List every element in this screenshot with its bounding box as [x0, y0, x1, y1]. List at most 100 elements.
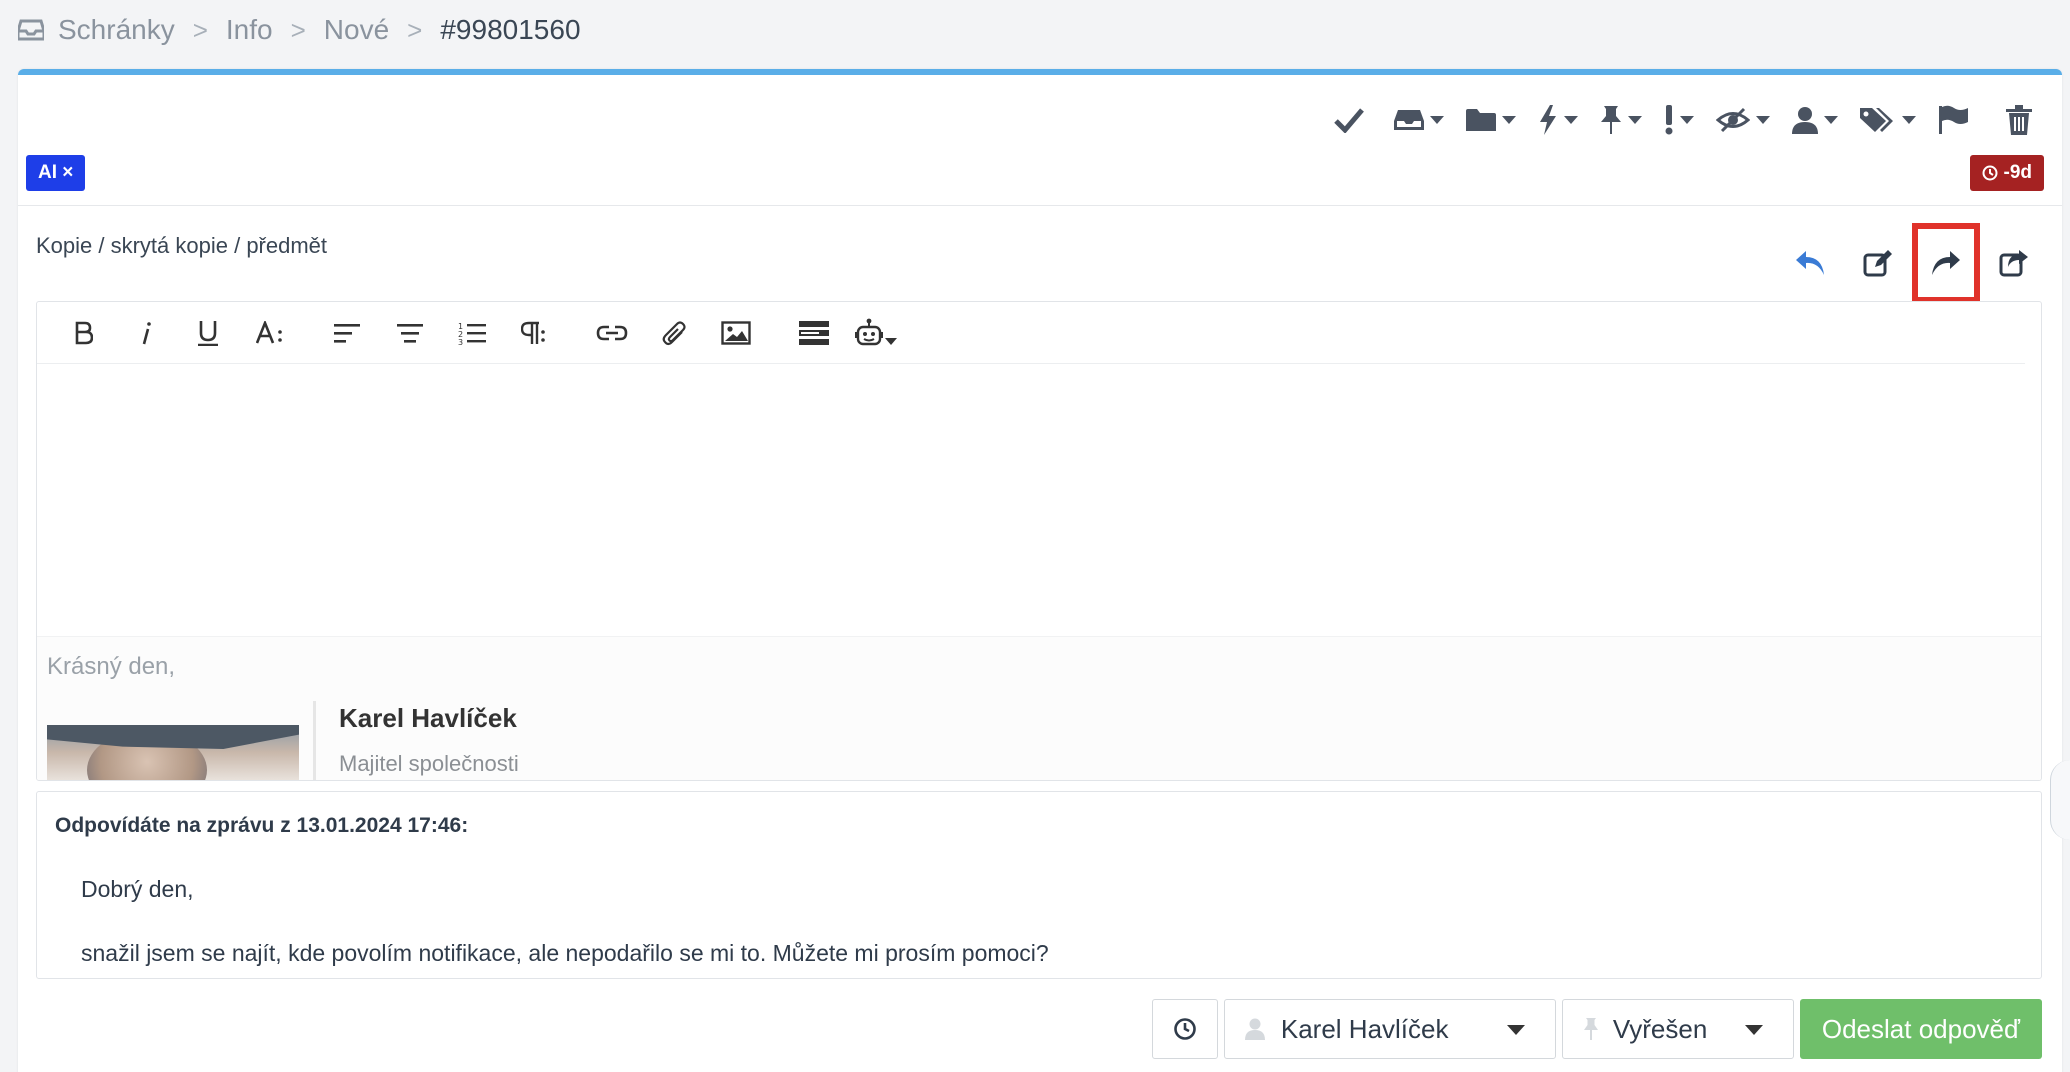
- chevron-down-icon: [1506, 1025, 1525, 1035]
- edit-button[interactable]: [1844, 223, 1912, 303]
- signature-divider: [313, 701, 316, 780]
- chevron-down-icon: [1756, 116, 1770, 124]
- image-icon: [721, 320, 751, 345]
- share-icon: [1999, 250, 2028, 277]
- italic-button[interactable]: [115, 310, 177, 356]
- pin-icon: [1583, 1018, 1598, 1040]
- reply-actions: [1776, 223, 2048, 303]
- share-button[interactable]: [1980, 223, 2048, 303]
- ordered-list-button[interactable]: 123: [441, 310, 503, 356]
- tags-icon: [1860, 108, 1893, 132]
- link-icon: [596, 325, 628, 340]
- chevron-down-icon: [1564, 116, 1578, 124]
- chevron-down-icon: [1680, 116, 1694, 124]
- flag-button[interactable]: [1938, 95, 1970, 145]
- bottom-action-bar: Karel Havlíček Vyřešen Odeslat odpověď: [1151, 999, 2042, 1059]
- svg-text:3: 3: [458, 338, 463, 345]
- bolt-icon: [1540, 105, 1556, 135]
- automation-dropdown[interactable]: [1538, 95, 1578, 145]
- clock-icon: [1982, 165, 1997, 181]
- status-value: Vyřešen: [1612, 1013, 1708, 1044]
- inbox-icon: [18, 19, 44, 41]
- priority-dropdown[interactable]: [1664, 95, 1694, 145]
- reply-button[interactable]: [1776, 223, 1844, 303]
- align-center-button[interactable]: [379, 310, 441, 356]
- assignee-select[interactable]: Karel Havlíček: [1223, 999, 1556, 1059]
- quoted-message: Odpovídáte na zprávu z 13.01.2024 17:46:…: [36, 791, 2042, 979]
- align-left-icon: [334, 323, 360, 343]
- font-size-icon: [256, 320, 282, 343]
- quote-body: snažil jsem se najít, kde povolím notifi…: [81, 940, 1049, 966]
- quote-greeting: Dobrý den,: [81, 876, 194, 902]
- breadcrumb-separator: >: [407, 14, 423, 45]
- overdue-label: -9d: [2003, 162, 2033, 183]
- insert-image-button[interactable]: [705, 310, 767, 356]
- folder-icon: [1466, 109, 1496, 131]
- divider: [18, 205, 2062, 206]
- robot-icon: [855, 318, 883, 345]
- exclamation-icon: [1665, 105, 1673, 135]
- breadcrumb: Schránky > Info > Nové > #99801560: [18, 8, 581, 52]
- cc-bcc-subject-link[interactable]: Kopie / skrytá kopie / předmět: [36, 233, 327, 259]
- chevron-down-icon: [1744, 1025, 1763, 1035]
- align-center-icon: [397, 323, 423, 343]
- breadcrumb-schranky[interactable]: Schránky: [58, 14, 175, 46]
- chevron-down-icon: [1430, 116, 1444, 124]
- breadcrumb-info[interactable]: Info: [226, 14, 273, 46]
- insert-link-button[interactable]: [581, 310, 643, 356]
- resolve-button[interactable]: [1334, 95, 1364, 145]
- overdue-badge: -9d: [1969, 155, 2044, 191]
- move-inbox-dropdown[interactable]: [1394, 95, 1444, 145]
- attach-file-button[interactable]: [643, 310, 705, 356]
- tags-dropdown[interactable]: [1860, 95, 1916, 145]
- paperclip-icon: [662, 320, 686, 345]
- ai-assistant-dropdown[interactable]: [845, 310, 907, 356]
- italic-icon: [142, 321, 151, 344]
- bold-button[interactable]: [53, 310, 115, 356]
- trash-icon: [2006, 105, 2032, 135]
- ticket-card: AI × -9d Kopie / skrytá kopie / předmět: [18, 69, 2062, 1072]
- chevron-down-icon: [1902, 116, 1916, 124]
- underline-button[interactable]: [177, 310, 239, 356]
- pin-dropdown[interactable]: [1600, 95, 1642, 145]
- signature-name: Karel Havlíček: [339, 703, 517, 733]
- editor-body[interactable]: [37, 364, 2041, 629]
- reply-icon: [1796, 251, 1824, 275]
- breadcrumb-separator: >: [290, 14, 306, 45]
- user-icon: [1244, 1018, 1265, 1040]
- reply-editor[interactable]: 123 Krásný den, Karel Havlíček Majitel s…: [36, 301, 2042, 781]
- eye-slash-icon: [1716, 107, 1750, 133]
- ticket-id: #99801560: [440, 14, 581, 45]
- signature-block: Krásný den, Karel Havlíček Majitel spole…: [37, 636, 2041, 780]
- send-reply-button[interactable]: Odeslat odpověď: [1799, 999, 2042, 1059]
- paragraph-button[interactable]: [503, 310, 565, 356]
- edit-icon: [1863, 250, 1892, 277]
- status-select[interactable]: Vyřešen: [1561, 999, 1794, 1059]
- bold-icon: [75, 321, 93, 344]
- chevron-down-icon: [1824, 116, 1838, 124]
- pin-icon: [1601, 106, 1621, 134]
- signature-photo: [47, 725, 299, 780]
- forward-icon: [1932, 251, 1960, 275]
- template-button[interactable]: [783, 310, 845, 356]
- delete-button[interactable]: [2006, 95, 2032, 145]
- ai-tag-badge[interactable]: AI ×: [26, 155, 86, 191]
- user-icon: [1792, 107, 1818, 134]
- check-icon: [1334, 108, 1364, 133]
- folder-dropdown[interactable]: [1466, 95, 1516, 145]
- hair-shape: [47, 725, 299, 749]
- breadcrumb-separator: >: [192, 14, 208, 45]
- chevron-down-icon: [885, 338, 897, 345]
- side-panel-toggle[interactable]: [2050, 760, 2070, 840]
- clock-icon: [1174, 1018, 1196, 1040]
- visibility-dropdown[interactable]: [1716, 95, 1770, 145]
- signature-role: Majitel společnosti: [339, 751, 519, 776]
- schedule-button[interactable]: [1151, 999, 1218, 1059]
- breadcrumb-nove[interactable]: Nové: [324, 14, 389, 46]
- font-size-button[interactable]: [239, 310, 301, 356]
- chevron-down-icon: [1628, 116, 1642, 124]
- forward-button[interactable]: [1912, 223, 1980, 303]
- assign-user-dropdown[interactable]: [1792, 95, 1838, 145]
- align-left-button[interactable]: [317, 310, 379, 356]
- quote-header: Odpovídáte na zprávu z 13.01.2024 17:46:: [55, 814, 469, 837]
